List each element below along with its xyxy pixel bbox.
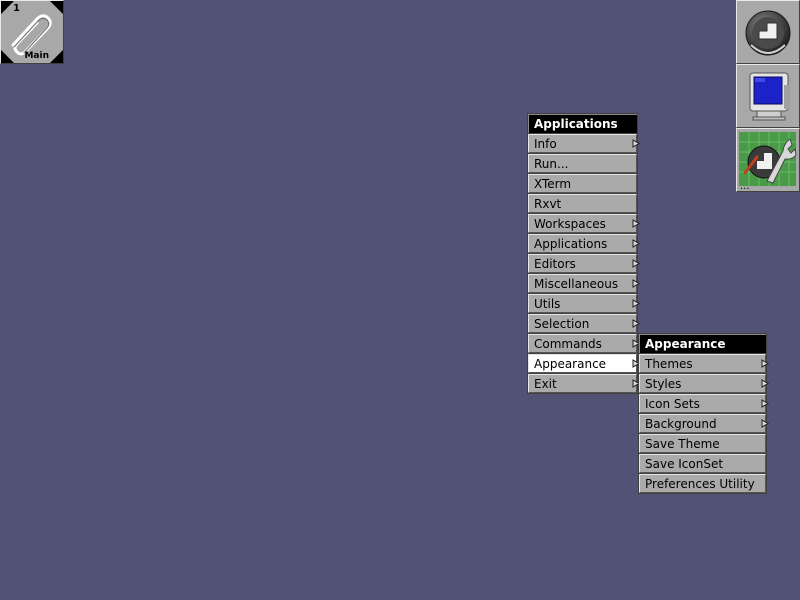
paperclip-icon xyxy=(11,14,52,56)
clip-corner-bottom-left[interactable] xyxy=(1,50,14,63)
dock-wprefs[interactable]: ... xyxy=(736,128,800,192)
applications-menu-item-info[interactable]: Info xyxy=(528,134,640,153)
applications-menu-title[interactable]: Applications xyxy=(528,114,637,133)
applications-menu-item-commands[interactable]: Commands xyxy=(528,334,640,353)
menu-item-label: Styles xyxy=(645,377,682,391)
monitor-icon xyxy=(749,72,790,121)
applications-menu-item-utils[interactable]: Utils xyxy=(528,294,640,313)
menu-item-label: Selection xyxy=(534,317,590,331)
applications-menu-item-appearance[interactable]: Appearance xyxy=(528,354,640,373)
menu-item-label: Icon Sets xyxy=(645,397,700,411)
menu-item-label: Rxvt xyxy=(534,197,562,211)
clip-corner-top-right[interactable] xyxy=(50,1,63,14)
menu-item-label: Save IconSet xyxy=(645,457,724,471)
clip-corner-bottom-right[interactable] xyxy=(50,50,63,63)
menu-item-label: Info xyxy=(534,137,557,151)
menu-item-label: XTerm xyxy=(534,177,572,191)
appearance-menu-item-preferences-utility[interactable]: Preferences Utility xyxy=(639,474,766,493)
menu-item-label: Editors xyxy=(534,257,576,271)
dock-monitor[interactable] xyxy=(736,64,800,128)
appearance-menu-item-themes[interactable]: Themes xyxy=(639,354,769,373)
applications-menu-item-applications[interactable]: Applications xyxy=(528,234,640,253)
menu-item-label: Background xyxy=(645,417,717,431)
applications-menu-item-selection[interactable]: Selection xyxy=(528,314,640,333)
menu-item-label: Exit xyxy=(534,377,557,391)
menu-item-label: Themes xyxy=(645,357,693,371)
workspace-name: Main xyxy=(24,51,49,61)
appearance-menu: Appearance Themes Styles Icon Sets Backgrou… xyxy=(638,333,769,494)
menu-item-label: Miscellaneous xyxy=(534,277,619,291)
appearance-menu-item-save-iconset[interactable]: Save IconSet xyxy=(639,454,766,473)
menu-item-label: Appearance xyxy=(534,357,607,371)
menu-item-label: Applications xyxy=(534,237,608,251)
workspace-clip[interactable]: 1 Main xyxy=(0,0,64,64)
menu-item-label: Run... xyxy=(534,157,569,171)
desktop-background[interactable] xyxy=(0,0,800,600)
menu-item-label: Save Theme xyxy=(645,437,720,451)
applications-menu-item-xterm[interactable]: XTerm xyxy=(528,174,637,193)
appearance-menu-item-background[interactable]: Background xyxy=(639,414,769,433)
wmaker-logo-icon xyxy=(745,10,791,56)
applications-menu-item-workspaces[interactable]: Workspaces xyxy=(528,214,640,233)
applications-menu-item-editors[interactable]: Editors xyxy=(528,254,640,273)
applications-menu-item-miscellaneous[interactable]: Miscellaneous xyxy=(528,274,640,293)
appearance-menu-item-styles[interactable]: Styles xyxy=(639,374,769,393)
applications-menu: Applications Info Run... XTerm Rxvt Workspac… xyxy=(527,113,640,394)
menu-item-label: Workspaces xyxy=(534,217,606,231)
applications-menu-item-rxvt[interactable]: Rxvt xyxy=(528,194,637,213)
applications-menu-item-exit[interactable]: Exit xyxy=(528,374,640,393)
dock-wmaker-logo[interactable] xyxy=(736,0,800,64)
menu-item-label: Commands xyxy=(534,337,602,351)
appearance-menu-item-save-theme[interactable]: Save Theme xyxy=(639,434,766,453)
menu-item-label: Preferences Utility xyxy=(645,477,755,491)
appearance-menu-title[interactable]: Appearance xyxy=(639,334,766,353)
workspace-number: 1 xyxy=(13,3,20,14)
dock-ellipsis: ... xyxy=(740,181,750,192)
applications-menu-item-run[interactable]: Run... xyxy=(528,154,637,173)
menu-item-label: Utils xyxy=(534,297,561,311)
appearance-menu-item-icon-sets[interactable]: Icon Sets xyxy=(639,394,769,413)
